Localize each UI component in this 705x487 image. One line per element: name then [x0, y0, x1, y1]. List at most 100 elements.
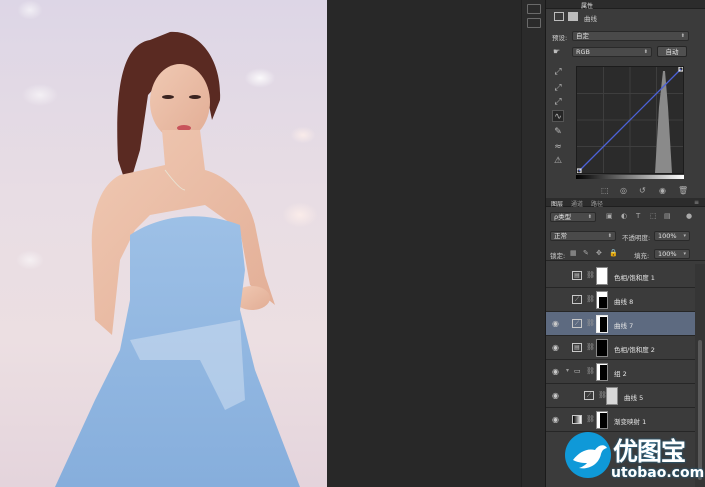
layer-row[interactable]: ◉ ▤ ⛓ 色相/饱和度 1: [546, 264, 695, 288]
link-icon[interactable]: ⛓: [586, 319, 595, 327]
lock-label: 锁定:: [550, 252, 566, 260]
lock-row: 锁定: ▦ ✎ ✥ 🔒 填充: 100% ▾: [546, 247, 705, 261]
pixel-filter-icon[interactable]: ▣: [606, 212, 613, 220]
bird-logo-icon: [565, 432, 611, 478]
link-icon[interactable]: ⛓: [586, 295, 595, 303]
layer-name: 色相/饱和度 2: [614, 346, 655, 354]
layer-row-selected[interactable]: ◉ ⟋ ⛓ 曲线 7: [546, 312, 695, 336]
clip-to-layer-icon[interactable]: ⬚: [601, 186, 609, 195]
gray-eyedropper-icon[interactable]: ⤢: [552, 82, 564, 94]
link-icon[interactable]: ⛓: [586, 271, 595, 279]
reset-icon[interactable]: ↺: [639, 186, 646, 195]
curve-point-tool-icon[interactable]: ∿: [552, 110, 564, 122]
link-icon[interactable]: ⛓: [586, 367, 595, 375]
dropdown-caret-icon: ▾: [683, 233, 686, 239]
visibility-toggle[interactable]: ◉: [552, 271, 559, 280]
type-filter-icon[interactable]: T: [636, 212, 640, 220]
tab-layers[interactable]: 图层: [551, 199, 563, 208]
properties-title: 曲线: [584, 15, 597, 23]
channel-dropdown[interactable]: RGB ⬍: [572, 47, 652, 57]
lock-transparency-icon[interactable]: ▦: [570, 249, 577, 257]
filter-toggle-icon[interactable]: ●: [686, 212, 692, 220]
tab-paths[interactable]: 路径: [591, 199, 603, 208]
bird-logo-shape: [573, 445, 607, 469]
properties-footer: ⬚ ◎ ↺ ◉ 🗑: [546, 185, 705, 197]
lock-image-icon[interactable]: ✎: [583, 249, 589, 257]
layer-row[interactable]: ◉ ⛓ 渐变映射 1: [546, 408, 695, 432]
visibility-icon[interactable]: ◉: [659, 186, 666, 195]
folder-icon: ▭: [574, 367, 581, 375]
eye-icon[interactable]: ◉: [552, 343, 559, 352]
layer-row[interactable]: ◉ ⟋ ⛓ 曲线 8: [546, 288, 695, 312]
opacity-field[interactable]: 100% ▾: [654, 231, 690, 241]
view-previous-icon[interactable]: ◎: [620, 186, 627, 195]
clipping-warning-icon[interactable]: ⚠: [552, 155, 564, 167]
layer-mask-thumbnail[interactable]: [606, 387, 618, 405]
dropdown-caret-icon: ⬍: [607, 233, 612, 239]
actions-icon[interactable]: [527, 18, 541, 28]
opacity-label: 不透明度:: [622, 234, 651, 242]
eye-icon[interactable]: ◉: [552, 367, 559, 376]
photoshop-window: 属性 曲线 预设: 自定 ⬍ ☛ RGB ⬍ 自动 ⤢ ⤢ ⤢ ∿ ✎ ≈ ⚠ …: [0, 0, 705, 487]
layer-row[interactable]: ◉ ⟋ ⛓ 曲线 5: [546, 384, 695, 408]
properties-tabbar: 属性: [546, 0, 705, 10]
layer-mask-thumbnail[interactable]: [596, 267, 608, 285]
collapsed-panel-strip: [521, 0, 545, 487]
opacity-value: 100%: [658, 232, 677, 240]
shape-filter-icon[interactable]: ⬚: [650, 212, 657, 220]
smooth-curve-icon[interactable]: ≈: [552, 141, 564, 153]
right-panel-dock: 属性 曲线 预设: 自定 ⬍ ☛ RGB ⬍ 自动 ⤢ ⤢ ⤢ ∿ ✎ ≈ ⚠ …: [546, 0, 705, 487]
auto-button[interactable]: 自动: [657, 46, 687, 57]
output-gradient-bar: [576, 175, 684, 179]
layer-filter-dropdown[interactable]: ρ类型 ⬍: [550, 212, 596, 222]
layers-filter-row: ρ类型 ⬍ ▣ ◐ T ⬚ ▤ ●: [546, 210, 705, 224]
hue-saturation-icon: ▤: [572, 271, 582, 280]
canvas-gutter: [327, 0, 545, 487]
lock-position-icon[interactable]: ✥: [596, 249, 602, 257]
white-eyedropper-icon[interactable]: ⤢: [552, 96, 564, 108]
layer-row[interactable]: ◉ ▾ ▭ ⛓ 组 2: [546, 360, 695, 384]
layer-name: 曲线 5: [624, 394, 644, 402]
gradient-map-icon: [572, 415, 582, 424]
document-canvas[interactable]: [0, 0, 327, 487]
link-icon[interactable]: ⛓: [586, 343, 595, 351]
dropdown-caret-icon: ⬍: [680, 33, 685, 39]
blend-mode-dropdown[interactable]: 正常 ⬍: [550, 231, 616, 241]
group-expand-icon[interactable]: ▾: [566, 367, 569, 374]
curves-adjustment-icon: [554, 12, 564, 21]
preset-label: 预设:: [552, 34, 568, 42]
curves-graph[interactable]: [576, 66, 684, 174]
fill-field[interactable]: 100% ▾: [654, 249, 690, 259]
panel-menu-icon[interactable]: ≡: [694, 199, 699, 206]
watermark-url: utobao.com: [611, 465, 705, 481]
delete-icon[interactable]: 🗑: [678, 186, 688, 195]
eye-icon[interactable]: ◉: [552, 319, 559, 328]
visibility-toggle[interactable]: ◉: [552, 295, 559, 304]
hue-saturation-icon: ▤: [572, 343, 582, 352]
layer-name: 渐变映射 1: [614, 418, 647, 426]
pencil-tool-icon[interactable]: ✎: [552, 126, 564, 138]
portrait-photo: [55, 31, 300, 487]
black-eyedropper-icon[interactable]: ⤢: [552, 66, 564, 78]
layer-row[interactable]: ◉ ▤ ⛓ 色相/饱和度 2: [546, 336, 695, 360]
history-icon[interactable]: [527, 4, 541, 14]
layer-mask-thumbnail[interactable]: [596, 411, 608, 429]
eye-icon[interactable]: ◉: [552, 415, 559, 424]
layer-mask-thumbnail[interactable]: [596, 339, 608, 357]
link-icon[interactable]: ⛓: [586, 415, 595, 423]
eye-icon[interactable]: ◉: [552, 391, 559, 400]
curves-plot: [576, 66, 684, 174]
layer-mask-thumbnail[interactable]: [596, 291, 608, 309]
layer-mask-icon[interactable]: [568, 12, 578, 21]
smart-object-filter-icon[interactable]: ▤: [664, 212, 671, 220]
layer-mask-thumbnail[interactable]: [596, 315, 608, 333]
layer-name: 组 2: [614, 370, 627, 378]
targeted-adjustment-icon[interactable]: ☛: [553, 47, 560, 56]
layers-tabbar: 图层 通道 路径 ≡: [546, 198, 705, 208]
lock-all-icon[interactable]: 🔒: [609, 249, 618, 257]
adjustment-filter-icon[interactable]: ◐: [621, 212, 627, 220]
curves-icon: ⟋: [572, 319, 582, 328]
tab-channels[interactable]: 通道: [571, 199, 583, 208]
preset-dropdown[interactable]: 自定 ⬍: [572, 31, 689, 41]
group-mask-thumbnail[interactable]: [596, 363, 608, 381]
